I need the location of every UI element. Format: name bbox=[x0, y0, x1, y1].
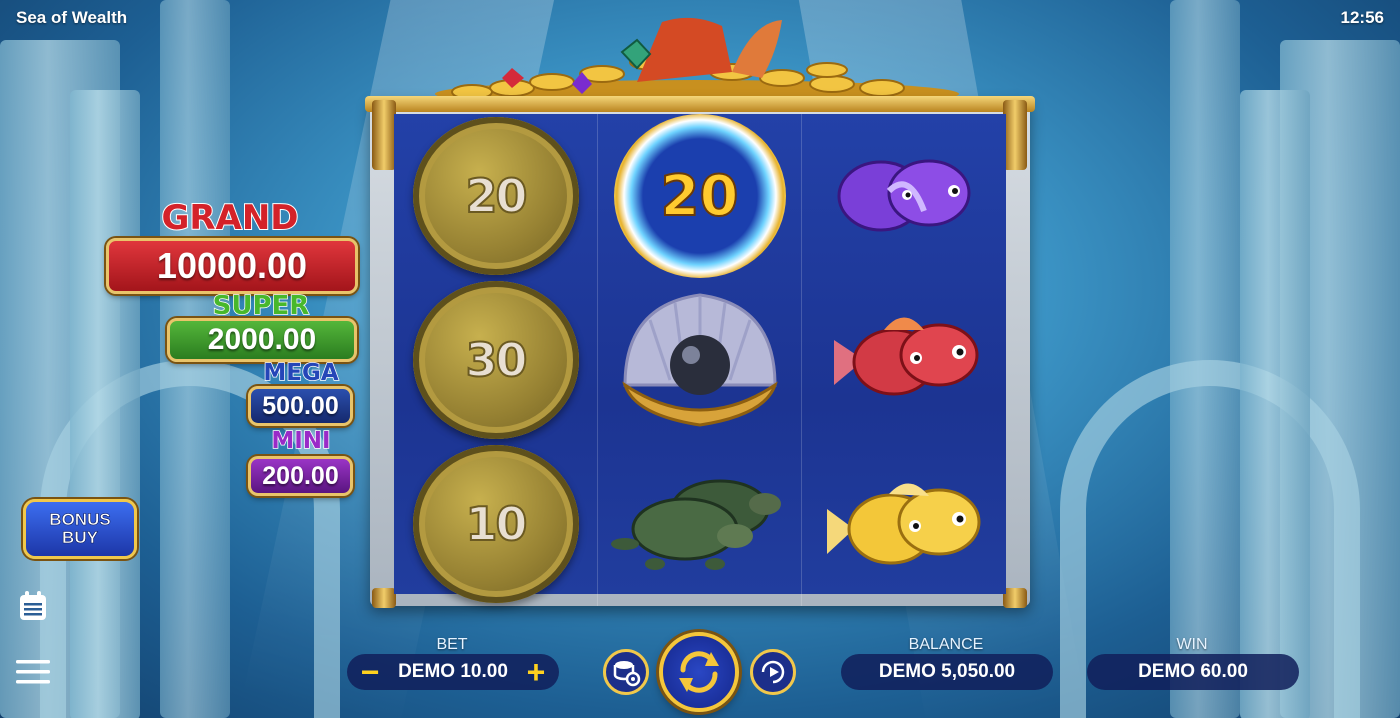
bet-control: − DEMO 10.00 + bbox=[347, 654, 559, 690]
game-title: Sea of Wealth bbox=[16, 8, 128, 27]
purple-fish-icon bbox=[837, 159, 971, 232]
jackpot-mini-label: MINI bbox=[271, 427, 332, 455]
jackpot-super-label: SUPER bbox=[212, 290, 310, 322]
bet-value: DEMO 10.00 bbox=[398, 661, 508, 682]
frame-corner-left bbox=[372, 100, 396, 170]
coin-settings-button[interactable] bbox=[603, 649, 649, 695]
symbol-coin: 10 bbox=[394, 442, 597, 606]
reel-2: 20 bbox=[598, 114, 802, 606]
clock: 12:56 bbox=[1340, 8, 1384, 27]
reel-3 bbox=[802, 114, 1006, 606]
jackpot-mini-value: 200.00 bbox=[248, 456, 353, 496]
coin-value: 20 bbox=[464, 168, 528, 224]
yellow-fish-icon bbox=[827, 483, 981, 565]
spin-icon bbox=[679, 651, 719, 693]
symbol-pearl-shell bbox=[598, 278, 801, 442]
reel-grid: 20 30 10 20 bbox=[394, 114, 1006, 606]
jackpot-super-value: 2000.00 bbox=[167, 318, 357, 362]
frame-corner-bottom-left bbox=[372, 588, 396, 608]
bet-label: BET bbox=[436, 636, 468, 653]
frame-corner-bottom-right bbox=[1003, 588, 1027, 608]
reel-1: 20 30 10 bbox=[394, 114, 598, 606]
symbol-glowing-coin: 20 bbox=[598, 114, 801, 278]
autoplay-button[interactable] bbox=[750, 649, 796, 695]
jackpot-grand-value: 10000.00 bbox=[106, 238, 358, 294]
symbol-red-fish bbox=[802, 278, 1006, 442]
balance-label: BALANCE bbox=[908, 636, 984, 653]
spin-button[interactable] bbox=[659, 632, 739, 712]
win-value: DEMO 60.00 bbox=[1087, 654, 1299, 690]
jackpot-mega-label: MEGA bbox=[263, 359, 340, 387]
bonus-buy-label-line2: BUY bbox=[62, 528, 99, 547]
bet-decrease-button[interactable]: − bbox=[353, 654, 387, 690]
coin-value: 10 bbox=[464, 496, 528, 552]
reel-frame-top bbox=[365, 96, 1035, 112]
jackpot-mega-value: 500.00 bbox=[248, 386, 353, 426]
coin-settings-icon bbox=[613, 661, 641, 687]
balance-value: DEMO 5,050.00 bbox=[841, 654, 1053, 690]
autoplay-icon bbox=[761, 660, 785, 684]
win-label: WIN bbox=[1176, 636, 1208, 653]
red-fish-icon bbox=[834, 317, 979, 396]
glowing-coin-value: 20 bbox=[660, 163, 740, 230]
calendar-icon[interactable] bbox=[16, 589, 50, 623]
jackpot-grand-label: GRAND bbox=[160, 197, 299, 239]
bet-increase-button[interactable]: + bbox=[519, 654, 553, 690]
symbol-turtles bbox=[598, 442, 801, 606]
coin-value: 30 bbox=[464, 332, 528, 388]
pearl-shell-icon bbox=[621, 293, 778, 427]
bonus-buy-label-line1: BONUS bbox=[49, 510, 111, 529]
symbol-purple-fish bbox=[802, 114, 1006, 278]
symbol-coin: 20 bbox=[394, 114, 597, 278]
symbol-yellow-fish bbox=[802, 442, 1006, 606]
symbol-coin: 30 bbox=[394, 278, 597, 442]
treasure-pile-decoration bbox=[435, 17, 959, 104]
turtles-icon bbox=[610, 479, 781, 570]
frame-corner-right bbox=[1003, 100, 1027, 170]
menu-icon[interactable] bbox=[16, 655, 50, 689]
bonus-buy-button[interactable]: BONUS BUY bbox=[23, 499, 137, 559]
